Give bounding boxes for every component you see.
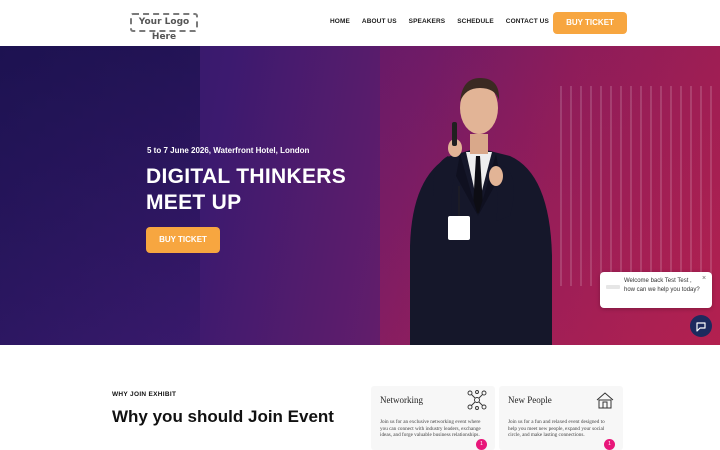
- speaker-image: [410, 78, 552, 345]
- chat-icon: [696, 322, 706, 332]
- chat-message: Welcome back Test Test , how can we help…: [624, 278, 700, 293]
- nav-home[interactable]: HOME: [330, 18, 350, 25]
- card-title: Networking: [380, 395, 423, 405]
- chat-popup[interactable]: Welcome back Test Test , how can we help…: [600, 272, 712, 308]
- hero-background-pattern: [560, 86, 720, 286]
- house-icon: [596, 392, 614, 409]
- feature-card-new-people: New People Join us for a fun and relaxed…: [499, 386, 623, 450]
- nav-schedule[interactable]: SCHEDULE: [457, 18, 494, 25]
- card-text: Join us for a fun and relaxed event desi…: [508, 419, 605, 438]
- card-text: Join us for an exclusive networking even…: [380, 419, 481, 438]
- chat-launcher-button[interactable]: [690, 315, 712, 337]
- hero-buy-ticket-button[interactable]: BUY TICKET: [146, 227, 220, 253]
- site-header: Your Logo Here HOME ABOUT US SPEAKERS SC…: [0, 0, 720, 46]
- logo[interactable]: Your Logo Here: [130, 13, 198, 42]
- card-badge: 1: [604, 439, 615, 450]
- close-icon[interactable]: ×: [702, 275, 706, 282]
- section-title: Why you should Join Event: [112, 407, 334, 426]
- hero-date-location: 5 to 7 June 2026, Waterfront Hotel, Lond…: [147, 146, 310, 155]
- network-icon: [467, 390, 487, 410]
- hero-title: DIGITAL THINKERS MEET UP: [146, 165, 347, 214]
- nav-about-us[interactable]: ABOUT US: [362, 18, 397, 25]
- header-buy-ticket-button[interactable]: BUY TICKET: [553, 12, 627, 34]
- nav-speakers[interactable]: SPEAKERS: [409, 18, 446, 25]
- section-eyebrow: WHY JOIN EXHIBIT: [112, 391, 177, 398]
- card-title: New People: [508, 395, 552, 405]
- card-badge: 1: [476, 439, 487, 450]
- nav-contact-us[interactable]: CONTACT US: [506, 18, 549, 25]
- main-nav: HOME ABOUT US SPEAKERS SCHEDULE CONTACT …: [330, 18, 561, 25]
- chat-avatar: [606, 282, 620, 292]
- feature-card-networking: Networking Join us for an exclusive netw…: [371, 386, 495, 450]
